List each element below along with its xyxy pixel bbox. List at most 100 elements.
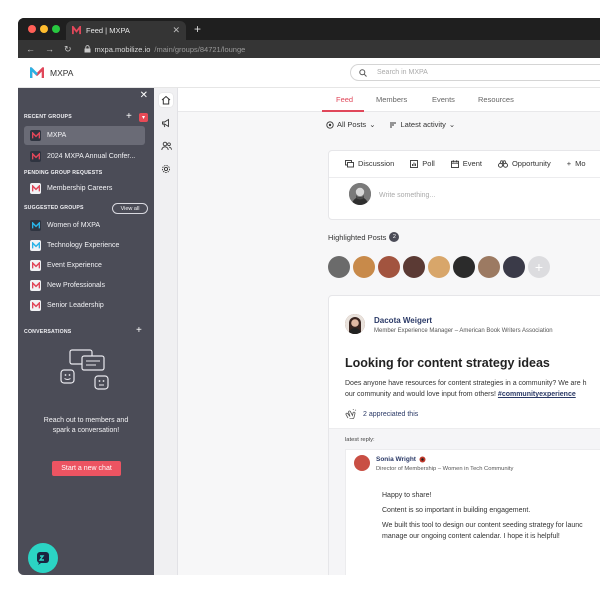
- mxpa-group-icon: [30, 151, 41, 162]
- main-content: Feed Members Events Resources All Posts …: [178, 88, 600, 575]
- highlighted-posts-header: Highlighted Posts 2: [328, 232, 400, 242]
- help-chat-bubble[interactable]: [28, 543, 58, 573]
- latest-reply: Sonia Wright Director of Membership – Wo…: [345, 449, 600, 575]
- view-all-button[interactable]: View all: [112, 203, 148, 214]
- more-button[interactable]: + Mo: [567, 159, 586, 168]
- home-icon[interactable]: [159, 93, 173, 107]
- tab-events[interactable]: Events: [432, 95, 455, 104]
- avatar: [349, 183, 371, 205]
- conversations-heading: CONVERSATIONS: [24, 329, 72, 335]
- sidebar-item-label: Senior Leadership: [47, 302, 104, 309]
- feed-filters: All Posts ⌄ Latest activity ⌄: [326, 120, 455, 129]
- pending-requests-heading: PENDING GROUP REQUESTS: [24, 170, 103, 176]
- post-body-line: Does anyone have resources for content s…: [345, 380, 587, 387]
- avatar[interactable]: [478, 256, 500, 278]
- discussion-icon: [345, 159, 354, 167]
- mxpa-favicon-icon: [72, 26, 81, 35]
- lock-icon: [84, 45, 91, 53]
- sidebar-item-mxpa[interactable]: MXPA: [24, 126, 145, 145]
- hashtag-link[interactable]: #communityexperience: [498, 391, 576, 398]
- sidebar-item-annual-conference[interactable]: 2024 MXPA Annual Confer...: [24, 147, 145, 166]
- discussion-label: Discussion: [358, 159, 395, 168]
- post-filter-dropdown[interactable]: All Posts ⌄: [326, 120, 375, 129]
- reply-line: manage our ongoing content calendar. I h…: [382, 533, 560, 540]
- search-icon: [359, 68, 367, 77]
- reply-author[interactable]: Sonia Wright: [376, 456, 416, 463]
- avatar[interactable]: [428, 256, 450, 278]
- avatar[interactable]: [345, 314, 365, 334]
- new-conversation-icon[interactable]: +: [136, 326, 142, 336]
- sidebar-item-technology-experience[interactable]: Technology Experience: [24, 236, 145, 255]
- tab-feed[interactable]: Feed: [336, 95, 353, 104]
- browser-window: Feed | MXPA ✕ + ← → ↻ mxpa.mobilize.io/m…: [18, 18, 600, 575]
- tab-members[interactable]: Members: [376, 95, 407, 104]
- avatar[interactable]: [453, 256, 475, 278]
- icon-rail: [154, 88, 178, 575]
- url-field[interactable]: mxpa.mobilize.io/main/groups/84721/loung…: [84, 45, 245, 54]
- event-label: Event: [462, 159, 482, 168]
- gear-icon[interactable]: [159, 162, 173, 176]
- close-tab-icon[interactable]: ✕: [172, 25, 180, 36]
- opportunity-label: Opportunity: [511, 159, 551, 168]
- help-icon: [37, 552, 49, 565]
- sort-dropdown[interactable]: Latest activity ⌄: [389, 120, 455, 129]
- app-header: MXPA Search in MXPA: [18, 58, 600, 88]
- filter-icon: [326, 120, 334, 129]
- sidebar-item-women-of-mxpa[interactable]: Women of MXPA: [24, 216, 145, 235]
- avatar[interactable]: [503, 256, 525, 278]
- sidebar-item-membership-careers[interactable]: Membership Careers: [24, 179, 145, 198]
- clap-icon: [345, 409, 357, 419]
- add-highlight-button[interactable]: +: [528, 256, 550, 278]
- post-body-text: our community and would love input from …: [345, 391, 496, 398]
- avatar[interactable]: [328, 256, 350, 278]
- group-icon: [30, 220, 41, 231]
- sidebar-item-senior-leadership[interactable]: Senior Leadership: [24, 296, 145, 315]
- more-dropdown-button[interactable]: ▾: [139, 113, 148, 122]
- highlighted-count-badge: 2: [389, 232, 400, 242]
- minimize-window-button[interactable]: [40, 25, 48, 33]
- avatar[interactable]: [378, 256, 400, 278]
- close-sidebar-icon[interactable]: ✕: [140, 90, 148, 101]
- add-group-icon[interactable]: +: [126, 112, 132, 122]
- opportunity-button[interactable]: Opportunity: [498, 159, 551, 168]
- sidebar-item-label: Event Experience: [47, 262, 102, 269]
- people-icon[interactable]: [159, 139, 173, 153]
- browser-tab[interactable]: Feed | MXPA ✕: [66, 21, 186, 40]
- reload-icon[interactable]: ↻: [64, 44, 72, 55]
- discussion-button[interactable]: Discussion: [345, 159, 394, 168]
- close-window-button[interactable]: [28, 25, 36, 33]
- address-bar: ← → ↻ mxpa.mobilize.io/main/groups/84721…: [18, 40, 600, 58]
- megaphone-icon[interactable]: [159, 116, 173, 130]
- forward-arrow-icon[interactable]: →: [45, 44, 54, 54]
- sidebar-item-event-experience[interactable]: Event Experience: [24, 256, 145, 275]
- suggested-groups-heading: SUGGESTED GROUPS: [24, 205, 84, 211]
- tab-resources[interactable]: Resources: [478, 95, 514, 104]
- maximize-window-button[interactable]: [52, 25, 60, 33]
- new-tab-icon[interactable]: +: [194, 22, 201, 36]
- avatar[interactable]: [353, 256, 375, 278]
- back-arrow-icon[interactable]: ←: [26, 44, 35, 54]
- sort-label: Latest activity: [400, 120, 446, 129]
- avatar[interactable]: [354, 455, 370, 471]
- avatar[interactable]: [403, 256, 425, 278]
- sidebar-item-new-professionals[interactable]: New Professionals: [24, 276, 145, 295]
- chevron-down-icon: ⌄: [448, 120, 456, 129]
- group-nav-tabs: Feed Members Events Resources: [178, 88, 600, 112]
- post-title[interactable]: Looking for content strategy ideas: [345, 356, 550, 370]
- sidebar-item-label: MXPA: [47, 132, 67, 139]
- conversations-empty-text: Reach out to members and spark a convers…: [43, 417, 129, 434]
- post-author[interactable]: Dacota Weigert: [374, 316, 432, 325]
- poll-button[interactable]: Poll: [410, 159, 435, 168]
- start-new-chat-button[interactable]: Start a new chat: [52, 461, 121, 476]
- badge-icon: [419, 456, 426, 463]
- tab-title: Feed | MXPA: [86, 26, 130, 35]
- post-filter-label: All Posts: [337, 120, 367, 129]
- event-button[interactable]: Event: [450, 159, 482, 168]
- reply-area: latest reply: Sonia Wright Director of M…: [329, 428, 600, 575]
- compose-input[interactable]: Write something...: [379, 192, 435, 199]
- appreciation-row[interactable]: 2 appreciated this: [345, 409, 418, 419]
- search-input[interactable]: Search in MXPA: [350, 64, 600, 81]
- group-icon: [30, 280, 41, 291]
- brand[interactable]: MXPA: [30, 67, 73, 79]
- latest-reply-label: latest reply:: [345, 437, 375, 443]
